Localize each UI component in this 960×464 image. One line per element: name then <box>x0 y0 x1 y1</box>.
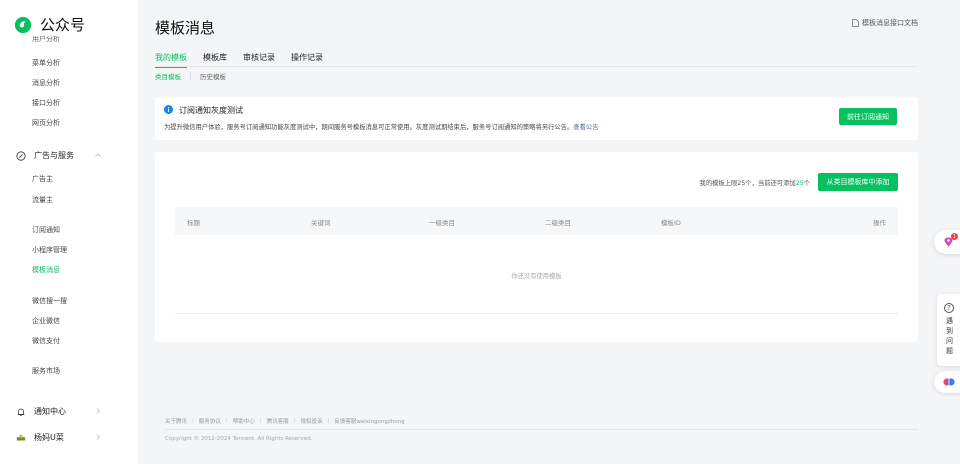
info-icon <box>164 105 173 114</box>
sidebar-group-ads[interactable]: 广告与服务 <box>16 150 101 161</box>
document-icon <box>852 19 859 27</box>
sidebar-item-user-analysis[interactable]: 用户分析 <box>32 36 60 44</box>
sidebar-item-message-analysis[interactable]: 消息分析 <box>32 78 60 88</box>
brain-icon <box>943 378 955 386</box>
api-doc-link-label: 模板消息接口文档 <box>862 19 918 27</box>
sidebar-item-wechat-search[interactable]: 微信搜一搜 <box>32 296 67 306</box>
sidebar-item-menu-analysis[interactable]: 菜单分析 <box>32 58 60 68</box>
brand-name: 公众号 <box>40 16 86 34</box>
floating-ai-widget[interactable] <box>934 371 960 393</box>
column-header-title: 标题 <box>187 219 200 227</box>
subtab-history-templates[interactable]: 历史模板 <box>200 71 226 81</box>
sidebar-item-web-analysis[interactable]: 网页分析 <box>32 118 60 128</box>
notice-description-text: 为提升微信用户体验，服务号订阅通知功能灰度测试中，期间服务号模板消息可正常使用。… <box>164 124 574 131</box>
wechat-official-logo-icon <box>14 16 32 33</box>
api-doc-link[interactable]: 模板消息接口文档 <box>852 18 918 28</box>
sidebar-item-template-message[interactable]: 模板消息 <box>32 265 60 275</box>
sidebar-group-ads-label: 广告与服务 <box>34 151 74 160</box>
sidebar-item-api-analysis[interactable]: 接口分析 <box>32 98 60 108</box>
footer-link-agreement[interactable]: 服务协议 <box>199 417 221 425</box>
sidebar-item-subscribe-notice[interactable]: 订阅通知 <box>32 225 60 235</box>
column-header-actions: 操作 <box>873 219 886 227</box>
notice-title: 订阅通知灰度测试 <box>179 106 243 115</box>
bell-icon <box>17 408 25 416</box>
sidebar-group-notifications[interactable]: 通知中心 <box>16 406 101 417</box>
notice-description: 为提升微信用户体验，服务号订阅通知功能灰度测试中，期间服务号模板消息可正常使用。… <box>164 122 598 131</box>
brand-logo[interactable]: 公众号 <box>14 14 85 35</box>
notice-card: 订阅通知灰度测试 为提升微信用户体验，服务号订阅通知功能灰度测试中，期间服务号模… <box>155 97 918 140</box>
table-header: 标题 关键词 一级类目 二级类目 模板ID 操作 <box>175 207 898 235</box>
template-list-card: 我的模板上限25个，当前还可添加25个 从类目模板库中添加 标题 关键词 一级类… <box>155 152 918 342</box>
add-from-library-button[interactable]: 从类目模板库中添加 <box>818 173 898 191</box>
chevron-right-icon <box>96 408 101 414</box>
copyright-text: Copyright © 2012-2024 Tencent. All Right… <box>165 436 313 442</box>
question-mark-icon: ? <box>944 303 954 313</box>
footer-link-about[interactable]: 关于腾讯 <box>165 417 187 425</box>
sidebar-item-wechat-pay[interactable]: 微信支付 <box>32 336 60 346</box>
footer-separator: | <box>259 418 262 424</box>
sidebar-item-work-wechat[interactable]: 企业微信 <box>32 316 60 326</box>
sidebar-item-service-market[interactable]: 服务市场 <box>32 366 60 376</box>
footer-link-infringement[interactable]: 侵权投诉 <box>301 417 323 425</box>
help-widget-label: 遇到问题 <box>946 317 953 355</box>
subtab-category-templates[interactable]: 类目模板 <box>155 71 181 81</box>
sidebar-group-notifications-label: 通知中心 <box>34 407 66 416</box>
sub-tabs: 类目模板 历史模板 <box>155 71 226 81</box>
footer-separator: | <box>192 418 194 424</box>
avatar <box>16 434 26 440</box>
template-quota-text: 我的模板上限25个，当前还可添加25个 <box>700 178 810 187</box>
sidebar-item-advertiser[interactable]: 广告主 <box>32 174 53 184</box>
quota-suffix: 个 <box>803 180 810 187</box>
floating-location-widget[interactable]: 1 <box>934 230 960 254</box>
quota-prefix: 我的模板上限25个，当前还可添加 <box>699 180 796 187</box>
footer-separator: | <box>293 418 296 424</box>
empty-state-text: 你还没有使用模板 <box>511 273 562 280</box>
go-subscribe-notice-button[interactable]: 前往订阅通知 <box>839 108 897 125</box>
column-header-keywords: 关键词 <box>311 219 331 227</box>
footer-separator: | <box>225 418 228 424</box>
account-name: 杨妈U菜 <box>34 433 64 442</box>
quota-remaining: 25 <box>795 180 804 187</box>
footer-link-help[interactable]: 帮助中心 <box>233 417 255 425</box>
notification-badge: 1 <box>951 233 958 240</box>
footer-links: 关于腾讯 | 服务协议 | 帮助中心 | 腾讯客服 | 侵权投诉 | 反馈客服w… <box>165 417 405 425</box>
help-widget[interactable]: ? 遇到问题 <box>937 294 960 366</box>
footer-separator: | <box>327 418 330 424</box>
subtab-separator <box>190 72 191 80</box>
column-header-primary-category: 一级类目 <box>429 219 455 227</box>
column-header-template-id: 模板ID <box>661 219 681 227</box>
footer-link-feedback[interactable]: 反馈客服weixingongzhong <box>334 417 404 425</box>
page-title: 模板消息 <box>155 19 216 37</box>
chevron-up-icon <box>95 153 101 157</box>
footer-divider <box>165 429 918 430</box>
tabs-divider <box>155 66 918 67</box>
chevron-right-icon <box>96 434 101 440</box>
footer-link-support[interactable]: 腾讯客服 <box>267 417 289 425</box>
sidebar-item-publisher[interactable]: 流量主 <box>32 195 53 205</box>
target-icon <box>16 150 26 161</box>
sidebar-group-account[interactable]: 杨妈U菜 <box>16 432 101 443</box>
sidebar-item-miniprogram[interactable]: 小程序管理 <box>32 245 67 255</box>
table-bottom-divider <box>175 313 898 314</box>
column-header-secondary-category: 二级类目 <box>545 219 571 227</box>
sidebar: 公众号 用户分析 菜单分析 消息分析 接口分析 网页分析 广告与服务 广告主 流… <box>0 0 138 464</box>
view-announcement-link[interactable]: 查看公告 <box>573 124 598 131</box>
